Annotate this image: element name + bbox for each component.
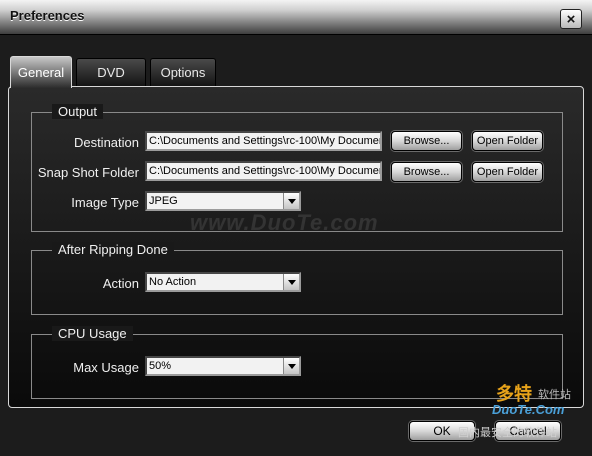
tab-dvd[interactable]: DVD	[76, 58, 146, 86]
close-button[interactable]: ×	[560, 9, 582, 29]
watermark-text: www.DuoTe.com	[190, 210, 379, 235]
action-select[interactable]: No Action	[145, 272, 301, 292]
tab-general-label: General	[17, 65, 65, 80]
destination-open-folder-button[interactable]: Open Folder	[472, 131, 543, 151]
action-label: Action	[102, 276, 139, 291]
snapshot-browse-button[interactable]: Browse...	[391, 162, 462, 182]
tab-general[interactable]: General	[10, 56, 72, 88]
snapshot-folder-label: Snap Shot Folder	[37, 165, 139, 180]
image-type-label: Image Type	[71, 195, 139, 210]
destination-label: Destination	[73, 135, 139, 150]
chevron-down-icon	[287, 198, 296, 204]
chevron-down-icon	[287, 363, 296, 369]
max-usage-dropdown-button[interactable]	[283, 358, 299, 374]
max-usage-value: 50%	[149, 360, 172, 372]
tab-dvd-label: DVD	[97, 65, 125, 80]
logo-domain: DuoTe.Com	[492, 402, 565, 417]
image-type-select[interactable]: JPEG	[145, 191, 301, 211]
max-usage-label: Max Usage	[73, 360, 139, 375]
chevron-down-icon	[287, 279, 296, 285]
snapshot-open-folder-button[interactable]: Open Folder	[472, 162, 543, 182]
tab-options-label: Options	[160, 65, 206, 80]
logo-cn-small: 软件站	[538, 389, 571, 401]
action-value: No Action	[149, 276, 197, 288]
close-icon: ×	[566, 10, 576, 28]
tab-options[interactable]: Options	[150, 58, 216, 86]
watermark-logo: 多特 软件站 DuoTe.Com 国内最安全的软件站	[456, 380, 586, 440]
image-type-value: JPEG	[149, 195, 178, 207]
image-type-dropdown-button[interactable]	[283, 193, 299, 209]
output-legend: Output	[52, 104, 104, 119]
window-title: Preferences	[10, 8, 85, 23]
max-usage-select[interactable]: 50%	[145, 356, 301, 376]
logo-sub: 国内最安全的软件站	[458, 427, 557, 439]
cpu-usage-legend: CPU Usage	[52, 326, 133, 341]
action-dropdown-button[interactable]	[283, 274, 299, 290]
snapshot-folder-input[interactable]: C:\Documents and Settings\rc-100\My Docu…	[145, 161, 382, 181]
after-ripping-legend: After Ripping Done	[52, 242, 174, 257]
title-bar: Preferences ×	[0, 0, 592, 35]
destination-input[interactable]: C:\Documents and Settings\rc-100\My Docu…	[145, 131, 382, 151]
destination-browse-button[interactable]: Browse...	[391, 131, 462, 151]
